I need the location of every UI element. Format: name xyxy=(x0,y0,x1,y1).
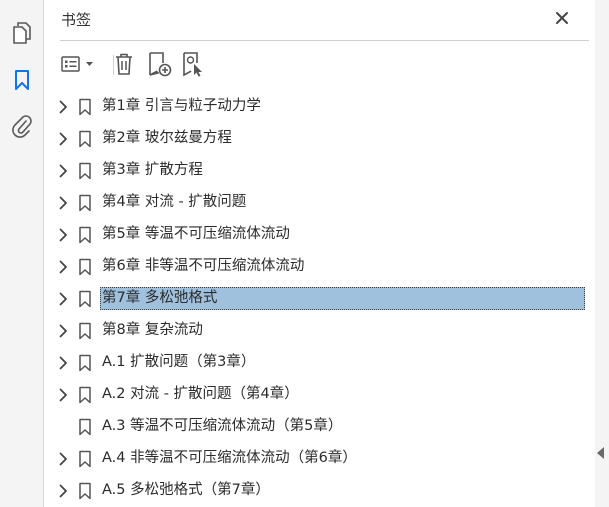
bookmark-ribbon-icon xyxy=(78,258,92,276)
bookmark-label[interactable]: 第7章 多松弛格式 xyxy=(100,287,585,310)
chevron-right-icon[interactable] xyxy=(56,259,70,275)
chevron-right-icon[interactable] xyxy=(56,227,70,243)
bookmark-ribbon-icon xyxy=(78,482,92,500)
chevron-right-icon[interactable] xyxy=(56,291,70,307)
bookmark-ribbon-icon xyxy=(78,226,92,244)
bookmark-icon[interactable] xyxy=(9,67,35,93)
bookmark-ribbon-icon xyxy=(78,98,92,116)
chevron-right-icon[interactable] xyxy=(56,195,70,211)
pages-icon[interactable] xyxy=(9,20,35,46)
new-bookmark-icon[interactable] xyxy=(146,51,172,77)
bookmark-item[interactable]: 第2章 玻尔兹曼方程 xyxy=(45,123,595,155)
attachment-icon[interactable] xyxy=(9,113,35,139)
bookmark-label[interactable]: 第5章 等温不可压缩流体流动 xyxy=(100,223,292,246)
bookmark-from-structure-icon[interactable] xyxy=(180,51,206,77)
bookmark-label[interactable]: A.3 等温不可压缩流体流动（第5章） xyxy=(100,415,344,438)
bookmarks-toolbar xyxy=(60,40,589,86)
bookmark-item[interactable]: 第3章 扩散方程 xyxy=(45,155,595,187)
options-menu-icon[interactable] xyxy=(60,51,98,77)
bookmark-ribbon-icon xyxy=(78,162,92,180)
bookmark-label[interactable]: A.2 对流 - 扩散问题（第4章） xyxy=(100,383,301,406)
navigation-rail xyxy=(0,0,44,507)
bookmark-ribbon-icon xyxy=(78,418,92,436)
chevron-right-icon[interactable] xyxy=(56,99,70,115)
bookmark-label[interactable]: 第2章 玻尔兹曼方程 xyxy=(100,127,234,150)
bookmark-label[interactable]: A.1 扩散问题（第3章） xyxy=(100,351,257,374)
bookmark-item[interactable]: 第7章 多松弛格式 xyxy=(45,283,595,315)
chevron-right-icon[interactable] xyxy=(56,163,70,179)
bookmark-item[interactable]: 第1章 引言与粒子动力学 xyxy=(45,91,595,123)
collapse-arrow-icon[interactable] xyxy=(597,447,604,459)
bookmark-item[interactable]: A.4 非等温不可压缩流体流动（第6章） xyxy=(45,443,595,475)
chevron-right-icon[interactable] xyxy=(56,131,70,147)
bookmark-item[interactable]: 第4章 对流 - 扩散问题 xyxy=(45,187,595,219)
bookmark-ribbon-icon xyxy=(78,450,92,468)
close-icon[interactable] xyxy=(553,9,571,27)
bookmark-ribbon-icon xyxy=(78,386,92,404)
chevron-right-icon[interactable] xyxy=(56,387,70,403)
bookmark-item[interactable]: 第8章 复杂流动 xyxy=(45,315,595,347)
chevron-right-icon[interactable] xyxy=(56,355,70,371)
bookmark-label[interactable]: 第6章 非等温不可压缩流体流动 xyxy=(100,255,306,278)
bookmark-item[interactable]: A.1 扩散问题（第3章） xyxy=(45,347,595,379)
bookmark-ribbon-icon xyxy=(78,290,92,308)
bookmark-label[interactable]: 第8章 复杂流动 xyxy=(100,319,205,342)
bookmark-item[interactable]: 第6章 非等温不可压缩流体流动 xyxy=(45,251,595,283)
bookmark-label[interactable]: 第3章 扩散方程 xyxy=(100,159,205,182)
bookmark-ribbon-icon xyxy=(78,130,92,148)
bookmark-item[interactable]: A.2 对流 - 扩散问题（第4章） xyxy=(45,379,595,411)
panel-scrollbar[interactable] xyxy=(595,0,609,507)
bookmark-ribbon-icon xyxy=(78,354,92,372)
bookmark-label[interactable]: 第4章 对流 - 扩散问题 xyxy=(100,191,248,214)
bookmark-ribbon-icon xyxy=(78,322,92,340)
bookmark-label[interactable]: 第1章 引言与粒子动力学 xyxy=(100,95,263,118)
bookmark-item[interactable]: A.3 等温不可压缩流体流动（第5章） xyxy=(45,411,595,443)
chevron-right-icon[interactable] xyxy=(56,451,70,467)
bookmark-ribbon-icon xyxy=(78,194,92,212)
bookmark-label[interactable]: A.4 非等温不可压缩流体流动（第6章） xyxy=(100,447,359,470)
bookmark-item[interactable]: A.5 多松弛格式（第7章） xyxy=(45,475,595,507)
delete-icon[interactable] xyxy=(112,51,136,77)
chevron-right-icon[interactable] xyxy=(56,483,70,499)
bookmarks-panel: 书签 第1章 引言与粒子动力学 第2章 玻尔兹曼方程 第3章 扩散方程 第4章 … xyxy=(45,0,595,507)
panel-title: 书签 xyxy=(61,11,92,29)
bookmark-label[interactable]: A.5 多松弛格式（第7章） xyxy=(100,479,272,502)
bookmark-item[interactable]: 第5章 等温不可压缩流体流动 xyxy=(45,219,595,251)
chevron-right-icon[interactable] xyxy=(56,323,70,339)
